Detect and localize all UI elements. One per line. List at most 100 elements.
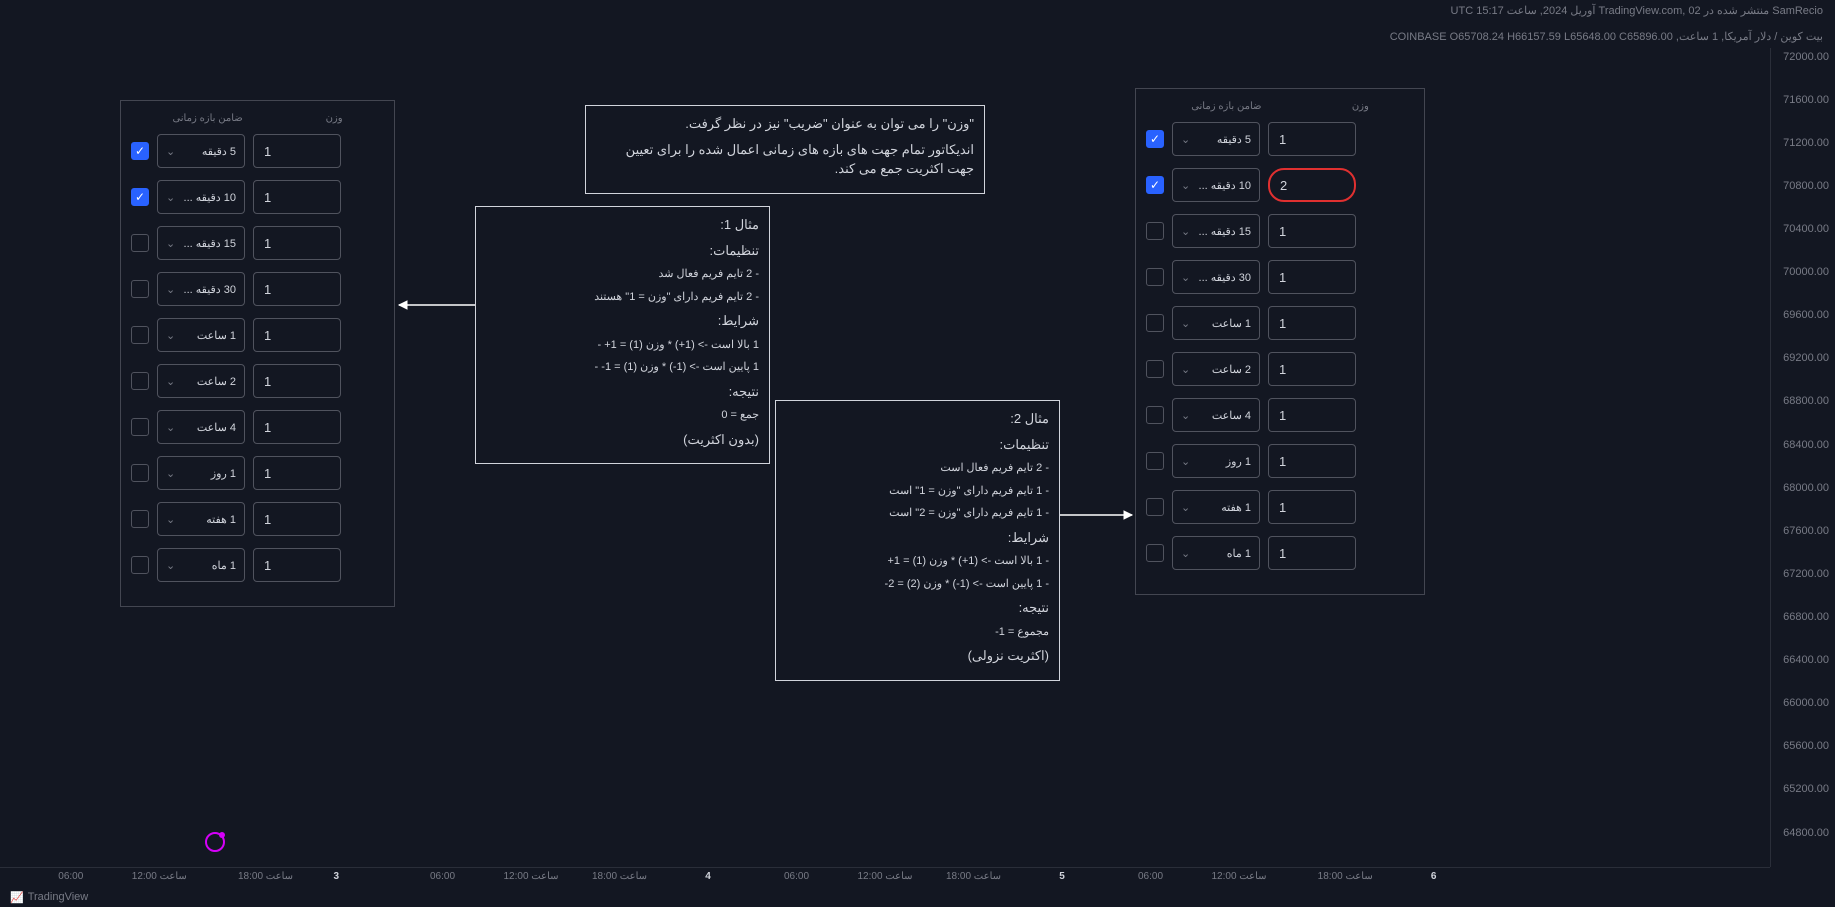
timeframe-select[interactable]: 15 دقیقه ...⌄: [157, 226, 245, 260]
enable-checkbox[interactable]: [1146, 314, 1164, 332]
settings-panel-right: ضامن بازه زمانی وزن 5 دقیقه⌄110 دقیقه ..…: [1135, 88, 1425, 595]
chevron-down-icon: ⌄: [166, 513, 175, 526]
weight-input[interactable]: 1: [253, 548, 341, 582]
enable-checkbox[interactable]: [1146, 222, 1164, 240]
chevron-down-icon: ⌄: [166, 467, 175, 480]
weight-input[interactable]: 1: [253, 272, 341, 306]
weight-input[interactable]: 1: [1268, 306, 1356, 340]
y-tick: 70800.00: [1783, 180, 1829, 192]
timeframe-select[interactable]: 1 ماه ⌄: [157, 548, 245, 582]
weight-input[interactable]: 1: [253, 318, 341, 352]
weight-input[interactable]: 1: [253, 456, 341, 490]
weight-input[interactable]: 1: [1268, 398, 1356, 432]
enable-checkbox[interactable]: [131, 418, 149, 436]
weight-input[interactable]: 1: [1268, 260, 1356, 294]
timeframe-select[interactable]: 4 ساعت⌄: [1172, 398, 1260, 432]
enable-checkbox[interactable]: [1146, 360, 1164, 378]
weight-input[interactable]: 1: [253, 180, 341, 214]
timeframe-label: 1 ماه: [212, 559, 236, 572]
chevron-down-icon: ⌄: [1181, 317, 1190, 330]
y-tick: 66800.00: [1783, 611, 1829, 623]
col-header-timeframe: ضامن بازه زمانی: [1191, 101, 1261, 112]
weight-input[interactable]: 1: [1268, 444, 1356, 478]
enable-checkbox[interactable]: [1146, 268, 1164, 286]
timeframe-label: 15 دقیقه ...: [1199, 225, 1251, 238]
timeframe-label: 2 ساعت: [1212, 363, 1251, 376]
enable-checkbox[interactable]: [131, 188, 149, 206]
weight-input[interactable]: 1: [253, 502, 341, 536]
timeframe-select[interactable]: 1 ماه⌄: [1172, 536, 1260, 570]
weight-input[interactable]: 1: [1268, 490, 1356, 524]
x-tick: 12:00 ساعت: [132, 871, 187, 882]
weight-input[interactable]: 1: [1268, 214, 1356, 248]
chevron-down-icon: ⌄: [166, 283, 175, 296]
enable-checkbox[interactable]: [131, 372, 149, 390]
enable-checkbox[interactable]: [1146, 130, 1164, 148]
timeframe-select[interactable]: 2 ساعت⌄: [157, 364, 245, 398]
tradingview-logo-icon: 📈: [10, 891, 24, 904]
price-axis[interactable]: 72000.0071600.0071200.0070800.0070400.00…: [1770, 48, 1835, 867]
timeframe-label: 1 هفته: [1221, 501, 1251, 514]
chevron-down-icon: ⌄: [166, 329, 175, 342]
weight-input[interactable]: 1: [253, 134, 341, 168]
enable-checkbox[interactable]: [131, 326, 149, 344]
weight-input[interactable]: 1: [253, 226, 341, 260]
enable-checkbox[interactable]: [131, 510, 149, 528]
y-tick: 66000.00: [1783, 697, 1829, 709]
enable-checkbox[interactable]: [131, 464, 149, 482]
timeframe-select[interactable]: 2 ساعت⌄: [1172, 352, 1260, 386]
weight-input[interactable]: 1: [1268, 536, 1356, 570]
timeframe-select[interactable]: 1 ساعت⌄: [157, 318, 245, 352]
enable-checkbox[interactable]: [131, 234, 149, 252]
weight-input[interactable]: 1: [253, 364, 341, 398]
timeframe-row: 5 دقیقه⌄1: [1146, 122, 1414, 156]
replay-icon[interactable]: [205, 832, 225, 852]
timeframe-select[interactable]: 5 دقیقه⌄: [1172, 122, 1260, 156]
timeframe-select[interactable]: 10 دقیقه ...⌄: [1172, 168, 1260, 202]
timeframe-select[interactable]: 30 دقیقه ...⌄: [1172, 260, 1260, 294]
timeframe-select[interactable]: 4 ساعت⌄: [157, 410, 245, 444]
chevron-down-icon: ⌄: [166, 559, 175, 572]
enable-checkbox[interactable]: [1146, 544, 1164, 562]
enable-checkbox[interactable]: [1146, 452, 1164, 470]
timeframe-row: 1 هفته ⌄ 1: [131, 502, 384, 536]
enable-checkbox[interactable]: [1146, 176, 1164, 194]
enable-checkbox[interactable]: [1146, 498, 1164, 516]
timeframe-select[interactable]: 5 دقیقه⌄: [157, 134, 245, 168]
timeframe-select[interactable]: 1 ساعت ⌄: [1172, 306, 1260, 340]
timeframe-select[interactable]: 30 دقیقه ...⌄: [157, 272, 245, 306]
symbol-line: بیت کوین / دلار آمریکا, 1 ساعت, COINBASE…: [0, 28, 1835, 45]
timeframe-select[interactable]: 10 دقیقه ...⌄: [157, 180, 245, 214]
enable-checkbox[interactable]: [131, 142, 149, 160]
timeframe-select[interactable]: 1 هفته⌄: [1172, 490, 1260, 524]
timeframe-label: 1 ساعت: [1212, 317, 1251, 330]
x-tick: 18:00 ساعت: [946, 871, 1001, 882]
weight-input[interactable]: 1: [253, 410, 341, 444]
timeframe-label: 1 هفته: [206, 513, 236, 526]
enable-checkbox[interactable]: [1146, 406, 1164, 424]
timeframe-label: 4 ساعت: [197, 421, 236, 434]
x-tick: 06:00: [784, 871, 809, 882]
footer: 📈 TradingView: [0, 887, 1835, 907]
x-tick: 3: [334, 871, 340, 882]
enable-checkbox[interactable]: [131, 280, 149, 298]
timeframe-select[interactable]: 1 روز⌄: [1172, 444, 1260, 478]
weight-input[interactable]: 1: [1268, 122, 1356, 156]
chevron-down-icon: ⌄: [166, 375, 175, 388]
weight-input[interactable]: 2: [1268, 168, 1356, 202]
timeframe-row: 1 هفته⌄1: [1146, 490, 1414, 524]
chevron-down-icon: ⌄: [1181, 547, 1190, 560]
time-axis[interactable]: 06:0012:00 ساعت18:00 ساعت306:0012:00 ساع…: [0, 867, 1770, 887]
timeframe-select[interactable]: 1 روز⌄: [157, 456, 245, 490]
timeframe-row: 1 ماه ⌄ 1: [131, 548, 384, 582]
chevron-down-icon: ⌄: [1181, 271, 1190, 284]
timeframe-row: 2 ساعت⌄1: [1146, 352, 1414, 386]
settings-panel-left: ضامن بازه زمانی وزن 5 دقیقه⌄110 دقیقه ..…: [120, 100, 395, 607]
y-tick: 70000.00: [1783, 266, 1829, 278]
enable-checkbox[interactable]: [131, 556, 149, 574]
chevron-down-icon: ⌄: [1181, 409, 1190, 422]
x-tick: 18:00 ساعت: [238, 871, 293, 882]
timeframe-select[interactable]: 1 هفته ⌄: [157, 502, 245, 536]
timeframe-select[interactable]: 15 دقیقه ...⌄: [1172, 214, 1260, 248]
weight-input[interactable]: 1: [1268, 352, 1356, 386]
